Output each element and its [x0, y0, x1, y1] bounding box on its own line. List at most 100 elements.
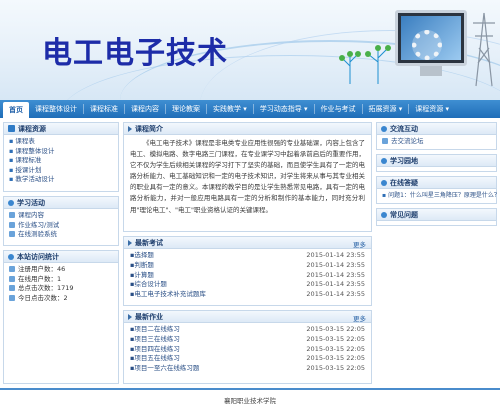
bullet-icon: ▪: [9, 137, 14, 145]
nav-home[interactable]: 首页: [3, 102, 29, 118]
list-item[interactable]: ▪ 课程标准: [9, 156, 113, 166]
panel-header: 交流互动: [377, 123, 496, 135]
exam-list: ▪选择题 2015-01-14 23:55 ▪判断题 2015-01-14 23:5…: [124, 249, 371, 302]
qa-list: ▪ 问题1：什么叫星三角降压？原理是什么？: [377, 189, 500, 203]
homework-row[interactable]: ▪项目四在线练习 2015-03-15 22:05: [130, 345, 365, 355]
panel-title: 最新作业: [135, 312, 163, 321]
list-item[interactable]: ▪ 教学活动设计: [9, 175, 113, 185]
panel-header[interactable]: 学习园地: [377, 155, 496, 167]
panel-latest-homework: 最新作业 更多 ▪项目二在线练习 2015-03-15 22:05 ▪项目三在线练…: [123, 310, 372, 384]
panel-course-resources: 课程资源 ▪ 课程表 ▪ 课程整体设计 ▪ 课程标准 ▪ 授课计划 ▪ 教学活动设计: [3, 122, 119, 192]
list-item[interactable]: 在线测验系统: [9, 230, 113, 240]
nav-course-resources[interactable]: 课程资源 ▾: [409, 100, 455, 118]
panel-title: 课程简介: [135, 124, 163, 133]
nav-practice[interactable]: 实践教学 ▾: [207, 100, 253, 118]
main-nav: 首页 课程整体设计 课程标准 课程内容 理论教案 实践教学 ▾ 学习动态指导 ▾…: [0, 100, 500, 118]
nav-course-standard[interactable]: 课程标准: [84, 100, 124, 118]
list-item[interactable]: ▪ 课程整体设计: [9, 147, 113, 157]
forum-link[interactable]: 去交流论坛: [382, 137, 491, 147]
panel-header: 最新考试 更多: [124, 237, 371, 249]
page-icon: [9, 221, 15, 228]
panel-faq: 常见问题: [376, 208, 497, 226]
panel-title: 交流互动: [390, 124, 418, 133]
forum-icon: [382, 138, 388, 144]
panel-header: 最新作业 更多: [124, 311, 371, 323]
homework-row[interactable]: ▪项目三在线练习 2015-03-15 22:05: [130, 335, 365, 345]
exam-row[interactable]: ▪综合设计题 2015-01-14 23:55: [130, 280, 365, 290]
chat-icon: [381, 125, 387, 132]
resource-list: ▪ 课程表 ▪ 课程整体设计 ▪ 课程标准 ▪ 授课计划 ▪ 教学活动设计: [4, 135, 118, 187]
list-item[interactable]: 课程内容: [9, 211, 113, 221]
stat-item: 今日点击次数：2: [9, 294, 113, 304]
circuit-trees-illustration: [339, 45, 391, 84]
interaction-list: 去交流论坛: [377, 135, 496, 149]
panel-course-intro: 课程简介 《电工电子技术》课程是非电类专业应用性很强的专业基础课，内容上包含了电…: [123, 122, 372, 232]
arrow-icon: [128, 239, 132, 246]
faq-icon: [381, 211, 387, 218]
panel-header: 本站访问统计: [4, 251, 118, 263]
user-icon: [9, 266, 15, 272]
panel-online-qa: 在线答疑 ▪ 问题1：什么叫星三角降压？原理是什么？: [376, 176, 500, 204]
list-item[interactable]: ▪ 课程表: [9, 137, 113, 147]
homework-list: ▪项目二在线练习 2015-03-15 22:05 ▪项目三在线练习 2015-03…: [124, 323, 371, 376]
nav-extended-resources[interactable]: 拓展资源 ▾: [363, 100, 409, 118]
panel-learning-garden: 学习园地: [376, 154, 497, 172]
header-banner: 电工电子技术: [0, 0, 500, 100]
more-link[interactable]: 更多: [353, 239, 366, 249]
bullet-icon: ▪: [9, 146, 14, 155]
nav-course-content[interactable]: 课程内容: [125, 100, 165, 118]
panel-title: 学习活动: [17, 198, 45, 207]
click-icon: [9, 285, 15, 292]
panel-header: 课程资源: [4, 123, 118, 135]
panel-title: 课程资源: [18, 124, 46, 133]
stat-item: 总点击次数：1719: [9, 284, 113, 294]
panel-title[interactable]: 常见问题: [390, 210, 418, 220]
footer-text: 襄阳职业技术学院: [224, 397, 276, 405]
homework-row[interactable]: ▪项目二在线练习 2015-03-15 22:05: [130, 325, 365, 335]
arrow-icon: [128, 125, 132, 132]
panel-title: 本站访问统计: [17, 252, 59, 261]
bullet-icon: ▪: [9, 165, 14, 174]
list-item[interactable]: 作业练习/测试: [9, 221, 113, 231]
stats-list: 注册用户数：46 在线用户数：1 总点击次数：1719 今日点击次数：2: [4, 263, 118, 305]
homework-row[interactable]: ▪项目一至六在线练习题 2015-03-15 22:05: [130, 364, 365, 374]
stat-item: 注册用户数：46: [9, 265, 113, 275]
homework-row[interactable]: ▪项目五在线练习 2015-03-15 22:05: [130, 354, 365, 364]
more-link[interactable]: 更多: [353, 313, 366, 323]
garden-icon: [381, 157, 387, 164]
panel-learning-activities: 学习活动 课程内容 作业练习/测试 在线测验系统: [3, 196, 119, 246]
exam-row[interactable]: ▪电工电子技术补充试题库 2015-01-14 23:55: [130, 290, 365, 300]
gear-icon: [412, 30, 442, 60]
footer: 襄阳职业技术学院: [0, 388, 500, 410]
nav-homework-exam[interactable]: 作业与考试: [315, 100, 362, 118]
stat-item: 在线用户数：1: [9, 275, 113, 285]
panel-site-stats: 本站访问统计 注册用户数：46 在线用户数：1 总点击次数：1719 今日点击次…: [3, 250, 119, 384]
panel-header[interactable]: 常见问题: [377, 209, 496, 221]
stats-icon: [8, 253, 14, 260]
nav-study-guide[interactable]: 学习动态指导 ▾: [254, 100, 314, 118]
folder-icon: [8, 125, 15, 132]
panel-title: 在线答疑: [390, 178, 418, 187]
monitor-stand: [420, 66, 442, 76]
panel-header: 在线答疑: [377, 177, 496, 189]
panel-interaction: 交流互动 去交流论坛: [376, 122, 497, 150]
panel-title[interactable]: 学习园地: [390, 156, 418, 166]
activity-list: 课程内容 作业练习/测试 在线测验系统: [4, 209, 118, 242]
panel-header: 课程简介: [124, 123, 371, 135]
bullet-icon: ▪: [9, 156, 14, 165]
list-item[interactable]: ▪ 授课计划: [9, 166, 113, 176]
power-pole-illustration: [473, 12, 495, 87]
nav-course-design[interactable]: 课程整体设计: [29, 100, 83, 118]
arrow-icon: [128, 313, 132, 320]
exam-row[interactable]: ▪计算题 2015-01-14 23:55: [130, 271, 365, 281]
panel-latest-exams: 最新考试 更多 ▪选择题 2015-01-14 23:55 ▪判断题 2015-01…: [123, 236, 372, 306]
question-icon: [381, 179, 387, 186]
qa-item[interactable]: ▪ 问题1：什么叫星三角降压？原理是什么？: [382, 191, 500, 201]
page-icon: [9, 231, 15, 238]
exam-row[interactable]: ▪选择题 2015-01-14 23:55: [130, 251, 365, 261]
user-icon: [9, 275, 15, 282]
exam-row[interactable]: ▪判断题 2015-01-14 23:55: [130, 261, 365, 271]
panel-title: 最新考试: [135, 238, 163, 247]
nav-theory-plans[interactable]: 理论教案: [166, 100, 206, 118]
activity-icon: [8, 199, 14, 206]
